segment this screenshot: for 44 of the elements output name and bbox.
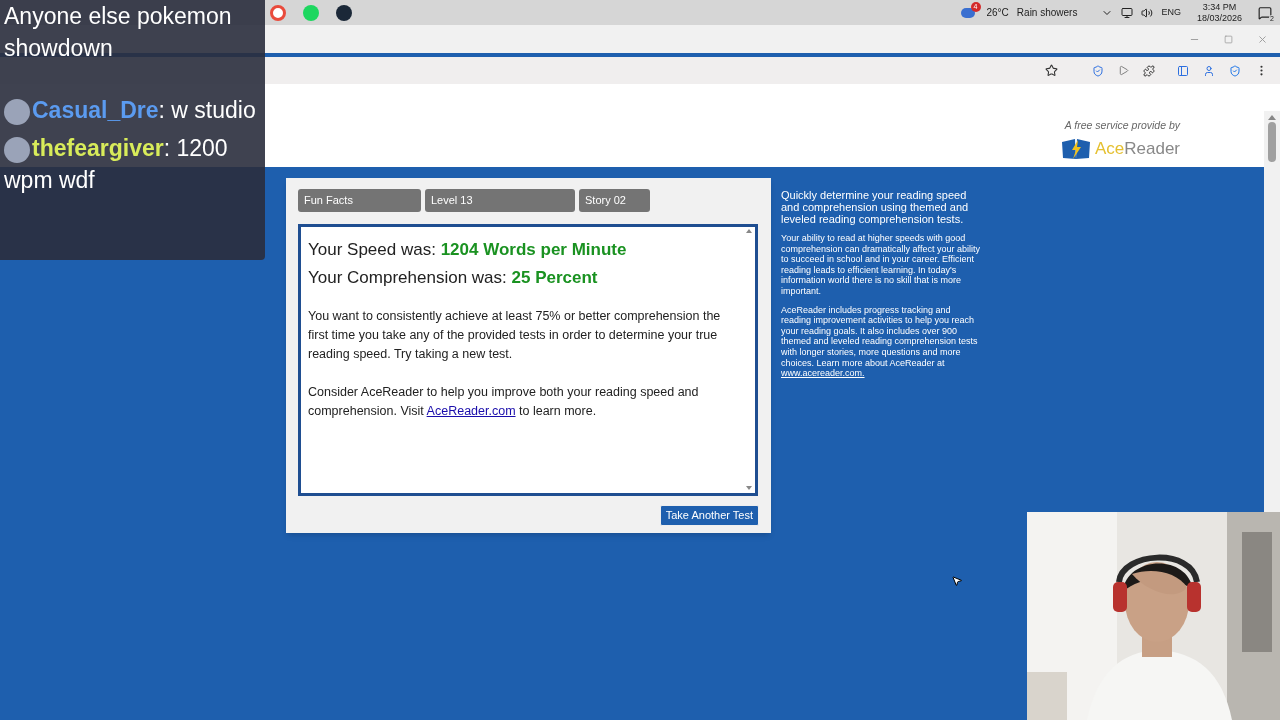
avatar-icon bbox=[4, 98, 30, 125]
profile-icon[interactable] bbox=[1203, 64, 1215, 77]
body-text: Your ability to read at higher speeds with good comprehension can dramatically affect your ability to succeed in school and in your career. Efficient reading leads to efficient learning. In today's information world there is no skill that is more important. bbox=[781, 233, 981, 297]
chat-message: Casual_Dre: w studio bbox=[4, 94, 265, 126]
advice-paragraph: You want to consistently achieve at least 75% or better comprehension the first time you take any of the provided tests in order to determine your true reading speed. Try taking a new test. bbox=[308, 308, 722, 363]
clock-date: 18/03/2026 bbox=[1196, 12, 1242, 24]
result-line: Your Comprehension was: 25 Percent bbox=[308, 267, 599, 289]
volume-icon[interactable] bbox=[1141, 6, 1154, 19]
language[interactable]: ENG bbox=[1161, 5, 1181, 20]
video-icon[interactable] bbox=[1118, 65, 1129, 76]
avatar-icon bbox=[4, 136, 30, 163]
clock-time: 3:34 PM bbox=[1202, 1, 1237, 13]
result-line: Your Speed was: 1204 Words per Minute bbox=[308, 239, 628, 261]
game-app-icon[interactable] bbox=[336, 4, 352, 21]
scroll-up-icon[interactable] bbox=[746, 229, 752, 233]
provider-caption: A free service provide by bbox=[1064, 118, 1180, 133]
test-tag: Story 02 bbox=[579, 189, 650, 212]
more-text: AceReader includes progress tracking and reading improvement activities to help you reach your reading goals. It also includes over 900 themed and leveled reading comprehension tests with longer stories, more questions and more choices. Learn more about AceReader at www.acereader.com. bbox=[781, 304, 979, 379]
acereader-site-link[interactable]: www.acereader.com. bbox=[781, 368, 865, 379]
acereader-link[interactable]: AceReader.com bbox=[426, 404, 516, 418]
test-tag: Level 13 bbox=[425, 189, 575, 212]
chat-message: Anyone else pokemon showdown bbox=[4, 2, 233, 63]
temperature: 26°C bbox=[986, 6, 1009, 20]
weather-icon[interactable] bbox=[960, 7, 975, 18]
network-icon[interactable] bbox=[1121, 6, 1134, 19]
scroll-thumb[interactable] bbox=[1268, 122, 1276, 162]
scroll-down-icon[interactable] bbox=[746, 486, 752, 490]
notifications-icon[interactable] bbox=[1258, 5, 1272, 20]
intro-text: Quickly determine your reading speed and comprehension using themed and leveled reading comprehension tests. bbox=[781, 189, 970, 225]
book-logo-icon bbox=[1060, 137, 1091, 160]
extensions-icon[interactable] bbox=[1143, 64, 1155, 77]
test-tag: Fun Facts bbox=[298, 189, 421, 212]
promo-paragraph: Consider AceReader to help you improve both your reading speed and comprehension. Visit AceReader.com to learn more. bbox=[308, 384, 700, 420]
take-another-test-button[interactable]: Take Another Test bbox=[659, 505, 759, 526]
weather-text: Rain showers bbox=[1016, 6, 1078, 20]
star-icon[interactable] bbox=[1045, 64, 1058, 77]
mouse-cursor-icon bbox=[951, 575, 963, 587]
close-icon[interactable] bbox=[1257, 33, 1268, 45]
logo-text: AceReader bbox=[1094, 137, 1180, 160]
shield-icon[interactable] bbox=[1229, 64, 1241, 77]
shield-icon[interactable] bbox=[1092, 64, 1104, 77]
chat-message: thefeargiver: 1200 wpm wdf bbox=[4, 134, 229, 195]
browser-app-icon[interactable] bbox=[270, 4, 286, 21]
sidepanel-icon[interactable] bbox=[1177, 64, 1189, 77]
